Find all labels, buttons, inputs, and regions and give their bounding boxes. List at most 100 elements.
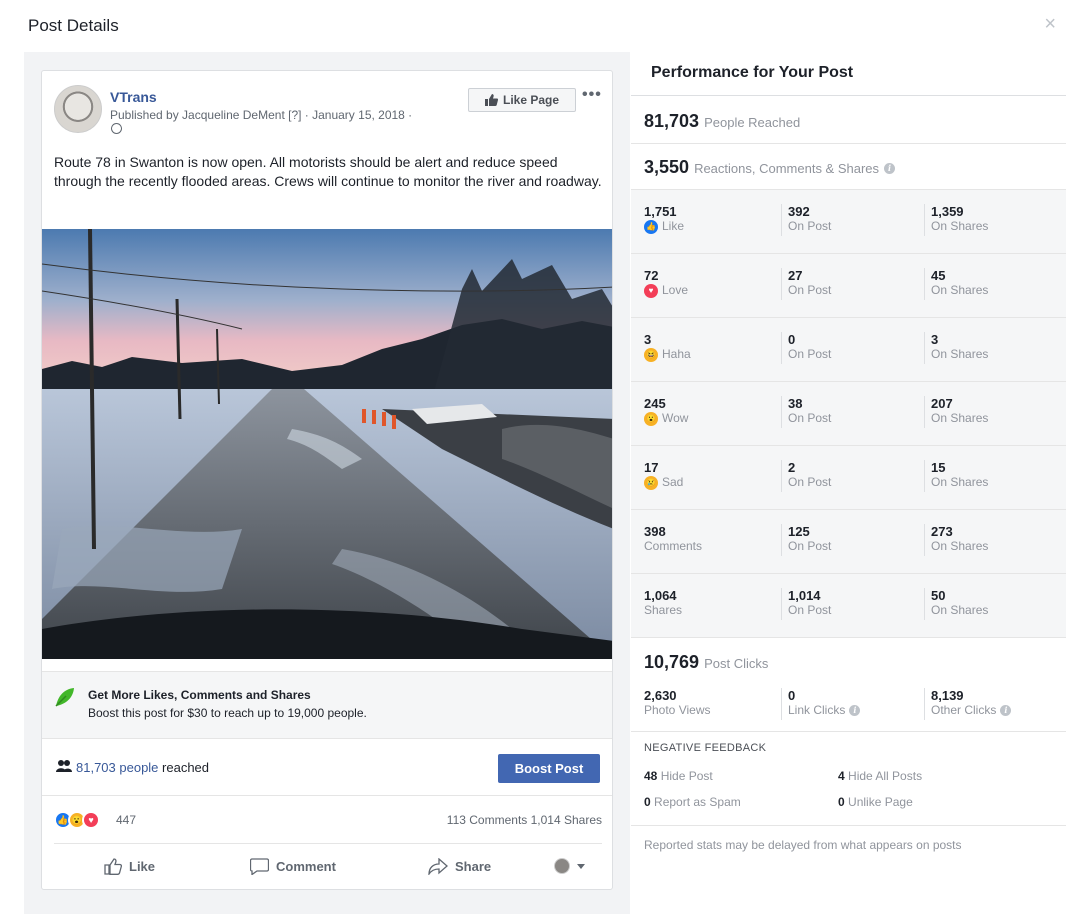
reach-text: 81,703 people reached [76,760,209,775]
reaction-count[interactable]: 447 [116,813,136,827]
unlike-page-stat: 0 Unlike Page [838,795,913,809]
like-icon [104,858,122,875]
wow-total: 245 [644,396,666,411]
close-icon[interactable]: × [1044,14,1056,34]
negative-feedback-title: NEGATIVE FEEDBACK [644,742,767,754]
page-name-link[interactable]: VTrans [110,89,157,105]
breakdown-row-comments: 398 Comments 125 On Post 273 On Shares [631,510,1066,574]
thumbs-up-icon [484,94,498,106]
comments-on-shares: 273 [931,524,953,539]
photo-views-label: Photo Views [644,703,711,717]
haha-total-label: Haha [662,347,691,361]
post-photo[interactable] [42,229,612,659]
performance-pane: Performance for Your Post 81,703 People … [631,52,1066,914]
report-spam-value: 0 [644,795,651,809]
post-clicks-metric: 10,769 Post Clicks [644,652,768,673]
comments-on-post: 125 [788,524,810,539]
shares-on-post-label: On Post [788,603,832,617]
page-avatar[interactable] [54,85,102,133]
like-total: 1,751 [644,204,677,219]
people-reached-label: People Reached [704,115,801,130]
shares-on-post: 1,014 [788,588,821,603]
info-icon[interactable]: i [884,162,896,174]
sad-on-post: 2 [788,460,796,475]
stats-delay-note: Reported stats may be delayed from what … [644,838,962,852]
breakdown-row-sad: 17 😢 Sad 2 On Post 15 On Shares [631,446,1066,510]
haha-on-shares-col: 3 On Shares [924,332,988,364]
haha-total: 3 [644,332,652,347]
love-total: 72 [644,268,659,283]
like-on-post-col: 392 On Post [781,204,831,236]
haha-icon: 😆 [644,347,658,362]
breakdown-row-wow: 245 😮 Wow 38 On Post 207 On Shares [631,382,1066,446]
info-icon[interactable]: i [1000,705,1012,716]
published-by: Published by Jacqueline DeMent [?] · Jan… [110,108,413,122]
love-total-col: 72 ♥ Love [644,268,688,298]
info-icon[interactable]: i [849,705,861,716]
hide-post-value: 48 [644,769,658,783]
more-options-icon[interactable]: ••• [582,86,602,104]
link-clicks-label: Link Clicks [788,703,846,717]
unlike-page-value: 0 [838,795,845,809]
wow-on-shares-label: On Shares [931,411,989,425]
post-as-selector[interactable] [554,858,585,874]
sad-on-shares: 15 [931,460,946,475]
comments-on-post-label: On Post [788,539,832,553]
comment-button[interactable]: Comment [250,858,336,875]
globe-icon[interactable] [111,123,122,134]
shares-on-shares-label: On Shares [931,603,989,617]
comment-share-counts[interactable]: 113 Comments 1,014 Shares [447,813,602,827]
like-total-label-wrap: 👍 Like [644,219,684,234]
photo-views-value: 2,630 [644,688,677,703]
breakdown-row-shares: 1,064 Shares 1,014 On Post 50 On Shares [631,574,1066,638]
boost-promo[interactable]: Get More Likes, Comments and Shares Boos… [42,671,612,739]
engagement-label: Reactions, Comments & Shares [694,161,880,176]
negative-feedback-section: NEGATIVE FEEDBACK 48 Hide Post 4 Hide Al… [631,732,1066,826]
post-action-row: Like Comment Share [54,843,602,887]
people-icon [56,760,72,772]
other-clicks-label-wrap: Other Clicks i [931,703,1012,718]
love-on-shares-col: 45 On Shares [924,268,988,300]
photo-views-col: 2,630 Photo Views [644,688,711,718]
wow-on-post-label: On Post [788,411,832,425]
like-on-shares: 1,359 [931,204,964,219]
engagement-row: 3,550 Reactions, Comments & Shares i [631,144,1066,190]
unlike-page-label: Unlike Page [848,795,913,809]
like-on-post-label: On Post [788,219,832,233]
boost-post-button[interactable]: Boost Post [498,754,600,783]
people-reached-row: 81,703 People Reached [631,96,1066,144]
breakdown-row-love: 72 ♥ Love 27 On Post 45 On Shares [631,254,1066,318]
love-total-label-wrap: ♥ Love [644,283,688,298]
like-button[interactable]: Like [104,858,155,875]
post-preview-pane: VTrans Published by Jacqueline DeMent [?… [24,52,630,914]
share-icon [428,858,448,875]
link-clicks-value: 0 [788,688,796,703]
hide-all-posts-label: Hide All Posts [848,769,923,783]
like-page-button[interactable]: Like Page [468,88,576,112]
like-on-shares-col: 1,359 On Shares [924,204,988,236]
hide-post-label: Hide Post [660,769,713,783]
love-on-post-label: On Post [788,283,832,297]
people-reached-value: 81,703 [644,111,700,131]
link-clicks-label-wrap: Link Clicks i [788,703,861,718]
page-avatar-small [554,858,570,874]
shares-on-shares: 50 [931,588,946,603]
sad-total-label-wrap: 😢 Sad [644,475,683,490]
love-on-shares: 45 [931,268,946,283]
like-total-col: 1,751 👍 Like [644,204,684,234]
people-reached-metric: 81,703 People Reached [644,111,800,132]
sad-total: 17 [644,460,659,475]
wow-on-post: 38 [788,396,803,411]
haha-on-shares: 3 [931,332,939,347]
shares-on-post-col: 1,014 On Post [781,588,831,620]
share-button[interactable]: Share [428,858,491,875]
comment-label: Comment [276,859,336,874]
shares-total-label: Shares [644,603,683,617]
like-page-label: Like Page [502,93,560,107]
wow-on-shares: 207 [931,396,953,411]
report-spam-stat: 0 Report as Spam [644,795,741,809]
comments-on-shares-col: 273 On Shares [924,524,988,556]
other-clicks-label: Other Clicks [931,703,997,717]
people-reached-link[interactable]: 81,703 people [76,760,158,775]
reaction-icons[interactable]: 👍 😮 ♥ [54,811,100,829]
